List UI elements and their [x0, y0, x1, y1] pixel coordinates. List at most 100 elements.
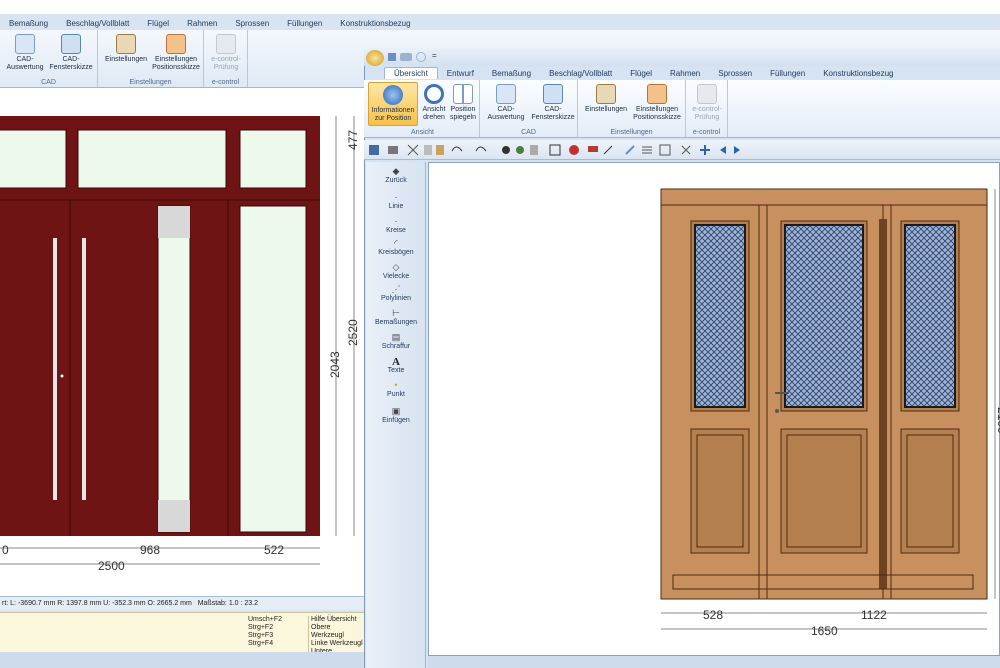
sidebar-label: Linie — [388, 203, 404, 210]
back-cad-auswertung-button[interactable]: CAD-Auswertung — [2, 34, 48, 72]
tools-icon — [116, 34, 136, 54]
back-side-glass-top — [158, 206, 190, 238]
sidebar-label: Punkt — [387, 391, 405, 398]
page-icon[interactable] — [530, 145, 538, 155]
save-icon[interactable] — [369, 145, 379, 155]
back-econtrol-button[interactable]: e-control-Prüfung — [206, 34, 246, 72]
arc-icon: ◜ — [394, 238, 398, 248]
tools-cross-icon[interactable] — [681, 145, 691, 155]
back-help-keys: Umsch+F2 Strg+F2 Strg+F3 Strg+F4 — [248, 616, 282, 648]
dropdown-icon[interactable] — [416, 52, 426, 62]
flag-icon[interactable] — [588, 146, 598, 152]
back-handle-left[interactable] — [53, 238, 57, 500]
sidebar-item-einfuegen[interactable]: ▣ Einfügen — [366, 406, 426, 424]
line-tool-icon[interactable] — [625, 145, 635, 155]
position-spiegeln-button[interactable]: Position spiegeln — [448, 84, 478, 122]
back-einstellungen-group-label: Einstellungen — [129, 79, 172, 86]
sidebar-item-bemassungen[interactable]: ⊢ Bemaßungen — [366, 308, 426, 326]
info-position-button[interactable]: Informationen zur Position — [368, 82, 418, 126]
back-tab-konstruktionsbezug[interactable]: Konstruktionsbezug — [331, 19, 419, 28]
qat-customize-marker[interactable]: = — [432, 51, 437, 60]
keyhole — [775, 409, 779, 413]
back-handle-right[interactable] — [82, 238, 86, 500]
arrow-left-icon[interactable] — [720, 146, 726, 154]
back-tab-sprossen[interactable]: Sprossen — [226, 19, 278, 28]
back-tab-beschlag[interactable]: Beschlag/Vollblatt — [57, 19, 138, 28]
rotate-icon — [424, 84, 444, 104]
dimension-icon: ⊢ — [392, 308, 400, 318]
sidebar-item-polylinien[interactable]: ⋰ Polylinien — [366, 284, 426, 302]
save-icon[interactable] — [388, 53, 396, 61]
sidebar-label: Zurück — [385, 177, 407, 184]
front-drawing-canvas[interactable]: 528 1122 1650 2100 — [428, 162, 1000, 656]
positionsskizze-label: Einstellungen Positionsskizze — [633, 106, 681, 121]
back-cad-fensterskizze-button[interactable]: CAD-Fensterskizze — [48, 34, 94, 72]
sidebar-item-kreisboegen[interactable]: ◜ Kreisbögen — [366, 238, 426, 256]
back-side-glass-bottom — [158, 500, 190, 532]
back-door-drawing: 477 2043 2520 0 968 522 2500 — [0, 116, 360, 573]
pen-icon[interactable] — [603, 145, 613, 155]
circle-icon: · — [394, 216, 398, 226]
zoom-box-icon[interactable] — [659, 144, 671, 156]
redo-icon[interactable] — [475, 146, 487, 152]
tab-beschlag[interactable]: Beschlag/Vollblatt — [540, 69, 621, 78]
sidebar-item-schraffur[interactable]: ▤ Schraffur — [366, 332, 426, 350]
back-ribbon-tabs: Bemaßung Beschlag/Vollblatt Flügel Rahme… — [0, 16, 420, 30]
tab-konstruktionsbezug[interactable]: Konstruktionsbezug — [814, 69, 902, 78]
sidebar-item-linie[interactable]: · Linie — [366, 192, 426, 210]
undo-icon[interactable] — [451, 146, 463, 152]
stop-icon[interactable] — [569, 145, 579, 155]
einstellungen-button[interactable]: Einstellungen — [582, 84, 630, 114]
tab-fuellungen[interactable]: Füllungen — [761, 69, 814, 78]
back-positionsskizze-button[interactable]: Einstellungen Positionsskizze — [150, 34, 202, 72]
cad-auswertung-button[interactable]: CAD-Auswertung — [484, 84, 528, 122]
help-action[interactable]: Obere Werkzeugl — [311, 624, 364, 640]
app-orb-icon[interactable] — [366, 50, 384, 66]
sidebar-item-texte[interactable]: A Texte — [366, 356, 426, 374]
sidebar-label: Bemaßungen — [374, 319, 418, 326]
wood-door-drawing: 528 1122 1650 2100 — [660, 188, 1000, 638]
undo-icon[interactable] — [400, 53, 412, 61]
center-lattice-glass — [784, 224, 864, 408]
back-transom-pane-2 — [77, 129, 227, 189]
back-einstellungen-button[interactable]: Einstellungen — [102, 34, 150, 64]
back-tab-rahmen[interactable]: Rahmen — [178, 19, 226, 28]
paste-icon[interactable] — [436, 145, 444, 155]
help-action[interactable]: Hilfe Übersicht — [311, 616, 364, 624]
drawing-tools-sidebar: ◆ Zurück · Linie · Kreise ◜ Kreisbögen ◇ Viel… — [366, 162, 426, 668]
sidebar-item-punkt[interactable]: • Punkt — [366, 380, 426, 398]
list-icon[interactable] — [642, 146, 652, 154]
back-lock — [60, 374, 64, 378]
back-tab-fluegel[interactable]: Flügel — [138, 19, 178, 28]
econtrol-button[interactable]: e-control-Prüfung — [688, 84, 726, 122]
copy-icon[interactable] — [424, 145, 432, 155]
back-arrow-icon: ◆ — [392, 166, 400, 176]
cad-fensterskizze-button[interactable]: CAD-Fensterskizze — [530, 84, 576, 122]
eye-icon[interactable] — [502, 146, 510, 154]
positionsskizze-button[interactable]: Einstellungen Positionsskizze — [630, 84, 684, 122]
tab-fluegel[interactable]: Flügel — [621, 69, 661, 78]
tab-bemassung[interactable]: Bemaßung — [483, 69, 540, 78]
cut-icon[interactable] — [407, 144, 419, 156]
move-icon[interactable] — [700, 145, 710, 155]
sidebar-item-kreise[interactable]: · Kreise — [366, 216, 426, 234]
frame-icon[interactable] — [549, 144, 561, 156]
tab-entwurf[interactable]: Entwurf — [438, 69, 483, 78]
tab-sprossen[interactable]: Sprossen — [709, 69, 761, 78]
arrow-right-icon[interactable] — [734, 146, 740, 154]
toolbar-icons — [369, 144, 740, 156]
sidebar-item-vielecke[interactable]: ◇ Vielecke — [366, 262, 426, 280]
sidebar-item-zurueck[interactable]: ◆ Zurück — [366, 166, 426, 184]
sidebar-label: Schraffur — [381, 343, 411, 350]
back-tab-fuellungen[interactable]: Füllungen — [278, 19, 331, 28]
front-ribbon: Informationen zur Position Ansicht drehe… — [364, 80, 1000, 138]
tab-rahmen[interactable]: Rahmen — [661, 69, 709, 78]
ansicht-drehen-button[interactable]: Ansicht drehen — [420, 84, 448, 122]
back-tab-bemassung[interactable]: Bemaßung — [0, 19, 57, 28]
help-action[interactable]: Linke Werkzeugl — [311, 640, 364, 648]
tab-uebersicht[interactable]: Übersicht — [384, 67, 438, 79]
back-drawing-canvas[interactable]: 477 2043 2520 0 968 522 2500 — [0, 88, 364, 596]
sidebar-label: Texte — [387, 367, 405, 374]
view-icon[interactable] — [516, 146, 524, 154]
print-icon[interactable] — [388, 146, 398, 154]
